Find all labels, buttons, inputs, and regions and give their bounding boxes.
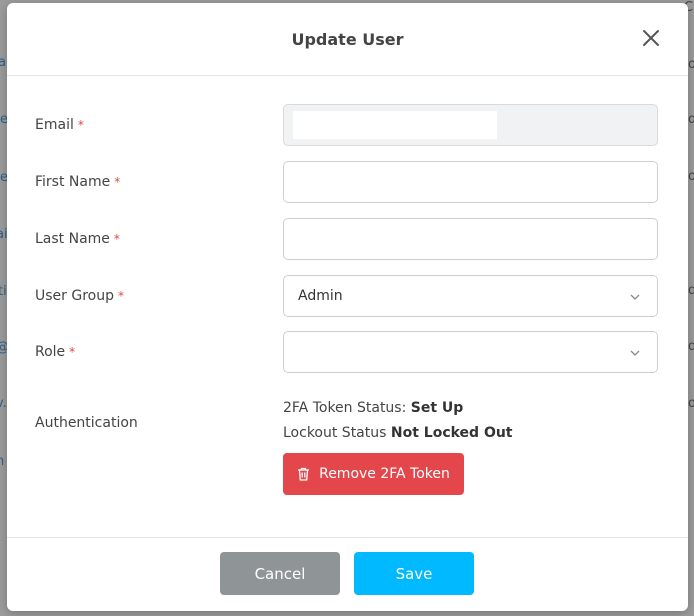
required-marker: * [117, 289, 124, 303]
bg-text-fragment: o [688, 396, 694, 411]
required-marker: * [69, 345, 76, 359]
required-marker: * [77, 118, 84, 132]
bg-text-fragment: o [688, 339, 694, 354]
bg-text-fragment: o [688, 57, 694, 72]
footer-divider [7, 537, 688, 538]
bg-text-fragment: v. [0, 396, 7, 411]
email-label: Email * [35, 117, 84, 133]
first-name-label: First Name * [35, 174, 121, 190]
first-name-field[interactable] [283, 161, 658, 203]
modal-header: Update User [7, 3, 688, 76]
cancel-button[interactable]: Cancel [220, 552, 340, 595]
bg-text-fragment: o [688, 112, 694, 127]
role-select[interactable] [283, 331, 658, 373]
email-field [283, 104, 658, 146]
bg-text-fragment: n [0, 454, 5, 469]
token-status-value: Set Up [410, 400, 464, 416]
authentication-label: Authentication [35, 415, 138, 431]
last-name-field[interactable] [283, 218, 658, 260]
redacted-email-value [293, 111, 497, 139]
user-group-label: User Group * [35, 288, 124, 304]
chevron-down-icon [630, 350, 640, 356]
user-group-select[interactable]: Admin [283, 275, 658, 317]
required-marker: * [114, 175, 121, 189]
chevron-down-icon [630, 294, 640, 300]
lockout-status: Lockout Status Not Locked Out [283, 425, 513, 441]
user-group-value: Admin [298, 288, 343, 304]
bg-text-fragment: o [688, 283, 694, 298]
remove-2fa-token-button[interactable]: Remove 2FA Token [283, 453, 464, 495]
modal-title: Update User [291, 29, 404, 49]
token-status: 2FA Token Status: Set Up [283, 400, 464, 416]
required-marker: * [113, 232, 120, 246]
close-icon[interactable] [642, 29, 660, 47]
last-name-label: Last Name * [35, 231, 120, 247]
bg-text-fragment: o [688, 169, 694, 184]
update-user-modal: Update User Email * First Name * Last Name… [7, 3, 688, 611]
lockout-status-value: Not Locked Out [390, 425, 513, 441]
role-label: Role * [35, 344, 76, 360]
save-button[interactable]: Save [354, 552, 474, 595]
bg-text-fragment: ti [0, 284, 7, 299]
trash-icon [298, 467, 310, 481]
